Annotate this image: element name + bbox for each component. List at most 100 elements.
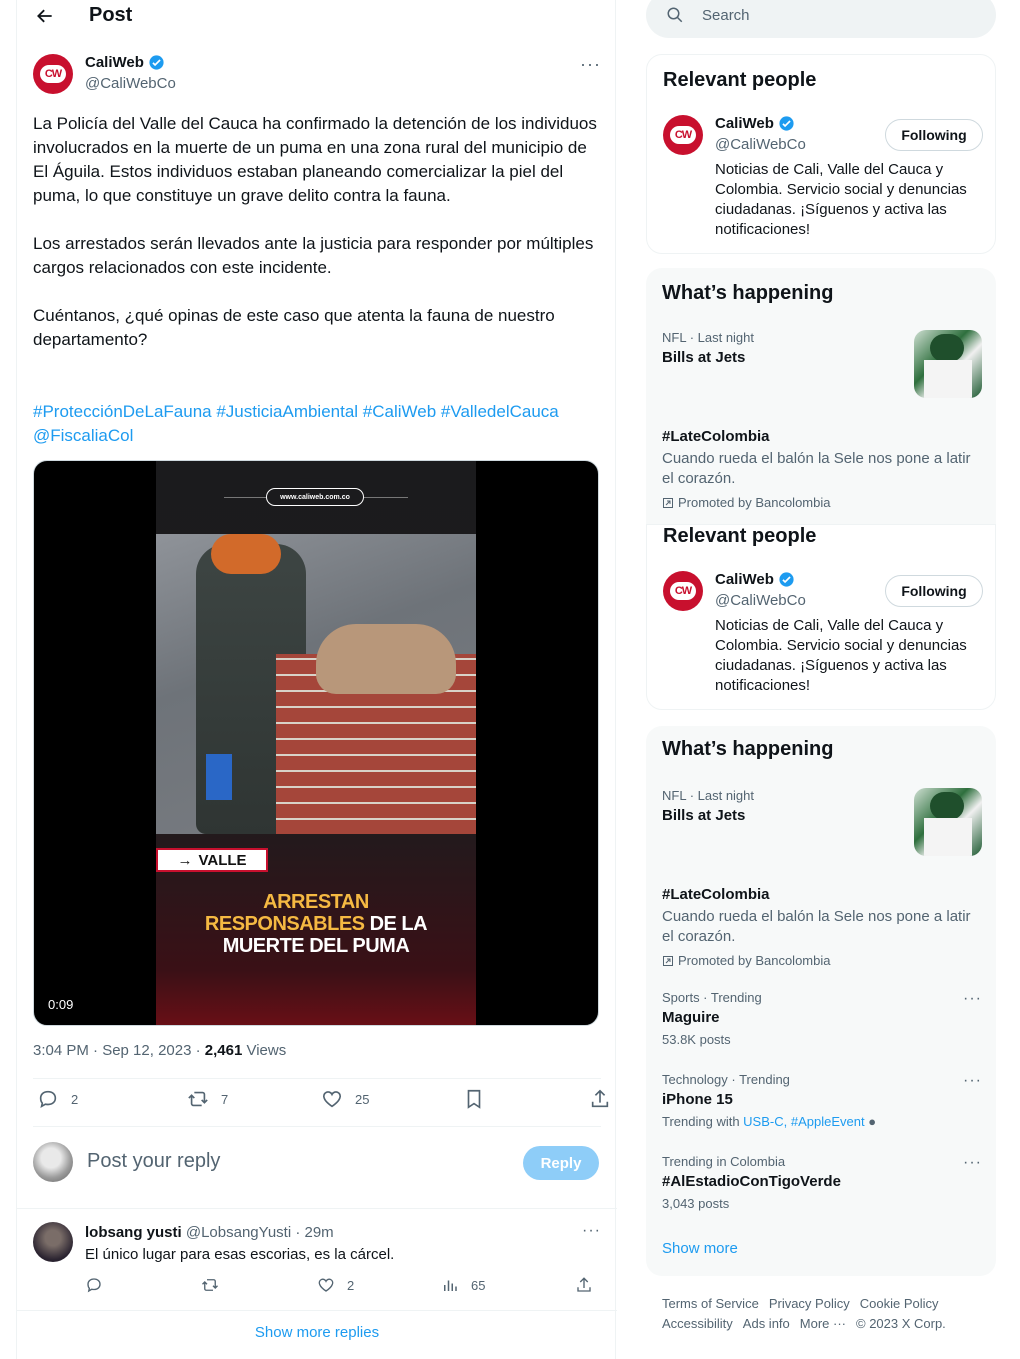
comment-reply-button[interactable] [85, 1276, 103, 1294]
post-more-icon[interactable]: ··· [580, 54, 601, 75]
trend-sub-link[interactable]: USB-C, #AppleEvent [743, 1114, 864, 1129]
share-icon [577, 1277, 591, 1292]
comment-views-button[interactable]: 65 [441, 1276, 485, 1294]
back-arrow-icon[interactable] [35, 6, 55, 26]
post-header: Post [17, 0, 615, 32]
person-avatar[interactable]: CW [663, 115, 703, 155]
verified-badge-icon [779, 572, 794, 587]
post-author: CW CaliWeb @CaliWebCo ··· [33, 54, 601, 96]
author-name[interactable]: CaliWeb [85, 54, 165, 71]
author-avatar[interactable]: CW [33, 54, 73, 94]
post-video[interactable]: www.caliweb.com.co → VALLE ARRESTAN RESP… [33, 460, 599, 1026]
post-time[interactable]: 3:04 PM · Sep 12, 2023 · [33, 1042, 205, 1059]
share-button[interactable] [589, 1088, 611, 1110]
author-handle[interactable]: @CaliWebCo [85, 75, 176, 92]
like-button[interactable]: 25 [321, 1088, 369, 1110]
promoted-label: Promoted by Bancolombia [662, 495, 982, 510]
repost-button[interactable]: 7 [187, 1088, 228, 1110]
trend-posts: 53.8K posts [662, 1032, 731, 1047]
privacy-link[interactable]: Privacy Policy [769, 1296, 850, 1311]
helmet-shape [930, 334, 964, 362]
post-text: La Policía del Valle del Cauca ha confir… [33, 114, 597, 349]
like-count: 25 [355, 1091, 370, 1107]
helmet-shape [930, 792, 964, 820]
trend-item[interactable]: Trending in Colombia #AlEstadioConTigoVe… [662, 1154, 982, 1211]
comment-share-button[interactable] [575, 1276, 593, 1294]
trend-title: #AlEstadioConTigoVerde [662, 1173, 841, 1190]
cookie-link[interactable]: Cookie Policy [860, 1296, 939, 1311]
reply-input[interactable]: Post your reply [87, 1150, 220, 1173]
show-more-replies-link[interactable]: Show more replies [17, 1324, 617, 1341]
comment-more-icon[interactable]: ··· [582, 1222, 601, 1240]
person-name[interactable]: CaliWeb [715, 115, 795, 132]
trend-more-icon[interactable]: ··· [963, 990, 982, 1008]
following-button[interactable]: Following [885, 575, 983, 607]
trend-more-icon[interactable]: ··· [963, 1072, 982, 1090]
relevant-people-title: Relevant people [663, 525, 817, 547]
more-link[interactable]: More ··· [800, 1316, 846, 1331]
reply-icon [87, 1278, 101, 1293]
commenter-name[interactable]: lobsang yusti [85, 1224, 182, 1241]
following-button[interactable]: Following [885, 119, 983, 151]
bookmark-icon [467, 1089, 481, 1109]
trend-posts: 3,043 posts [662, 1196, 730, 1211]
divider [17, 1310, 617, 1311]
repost-icon [188, 1091, 208, 1107]
reply-button[interactable]: 2 [37, 1088, 78, 1110]
trend-title: iPhone 15 [662, 1091, 733, 1108]
user-avatar[interactable] [33, 1142, 73, 1182]
reply-submit-button[interactable]: Reply [523, 1146, 599, 1180]
trend-more-icon[interactable]: ··· [963, 1154, 982, 1172]
heart-icon [322, 1091, 342, 1108]
trend-subtitle: Trending with USB-C, #AppleEvent ● [662, 1114, 982, 1129]
person-avatar[interactable]: CW [663, 571, 703, 611]
commenter-handle[interactable]: @LobsangYusti · 29m [182, 1224, 334, 1241]
main-column: Post CW CaliWeb @CaliWebCo ··· La Policí… [16, 0, 617, 1359]
person-bio: Noticias de Cali, Valle del Cauca y Colo… [715, 617, 967, 694]
post-timestamp: 3:04 PM · Sep 12, 2023 · 2,461 Views [33, 1042, 286, 1059]
trend-item-promoted[interactable]: #LateColombia Cuando rueda el balón la S… [662, 882, 982, 968]
commenter-avatar[interactable] [33, 1222, 73, 1262]
headline-line-1: ARRESTAN [263, 891, 369, 913]
trend-item-nfl[interactable]: NFL · Last night Bills at Jets [662, 788, 982, 856]
person-handle[interactable]: @CaliWebCo [715, 136, 806, 153]
avatar-logo: CW [670, 582, 696, 600]
trend-item-nfl[interactable]: NFL · Last night Bills at Jets [662, 330, 982, 398]
ads-info-link[interactable]: Ads info [743, 1316, 790, 1331]
whats-happening-card: What’s happening NFL · Last night Bills … [646, 268, 996, 524]
copyright: © 2023 X Corp. [856, 1316, 946, 1331]
apple-icon: ● [868, 1114, 877, 1129]
accessibility-link[interactable]: Accessibility [662, 1316, 733, 1331]
search-icon [667, 7, 683, 23]
divider [33, 1078, 601, 1079]
location-text: VALLE [198, 851, 247, 869]
post-hashtags[interactable]: #ProtecciónDeLaFauna #JusticiaAmbiental … [33, 400, 603, 448]
search-input[interactable]: Search [702, 7, 750, 24]
headline-line-3: MUERTE DEL PUMA [222, 935, 410, 957]
share-icon [591, 1089, 609, 1108]
terms-link[interactable]: Terms of Service [662, 1296, 759, 1311]
reply-comment[interactable]: lobsang yusti @LobsangYusti · 29m El úni… [33, 1220, 601, 1306]
trend-description: Cuando rueda el balón la Sele nos pone a… [662, 908, 971, 945]
relevant-people-card: Relevant people CW CaliWeb @CaliWebCo Fo… [646, 524, 996, 710]
trend-item-promoted[interactable]: #LateColombia Cuando rueda el balón la S… [662, 424, 982, 510]
comment-repost-button[interactable] [201, 1276, 219, 1294]
nfl-thumbnail [914, 788, 982, 856]
trend-item[interactable]: Sports · Trending Maguire 53.8K posts ··… [662, 990, 982, 1047]
divider-line [364, 497, 408, 498]
person-handle[interactable]: @CaliWebCo [715, 592, 806, 609]
views-count: 2,461 [204, 1042, 243, 1059]
reply-icon [39, 1090, 57, 1108]
bookmark-button[interactable] [463, 1088, 485, 1110]
puma-figure [316, 624, 456, 694]
heart-icon [318, 1278, 334, 1292]
comment-actions: 2 65 [85, 1276, 601, 1298]
show-more-link[interactable]: Show more [662, 1240, 738, 1257]
trend-meta: Technology · Trending [662, 1072, 790, 1087]
trend-item[interactable]: Technology · Trending iPhone 15 Trending… [662, 1072, 982, 1129]
headline-line-2: RESPONSABLES DE LA [156, 913, 476, 935]
search-bar[interactable]: Search [646, 0, 996, 38]
person-name[interactable]: CaliWeb [715, 571, 795, 588]
trend-title: #LateColombia [662, 886, 770, 903]
comment-like-button[interactable]: 2 [317, 1276, 354, 1294]
